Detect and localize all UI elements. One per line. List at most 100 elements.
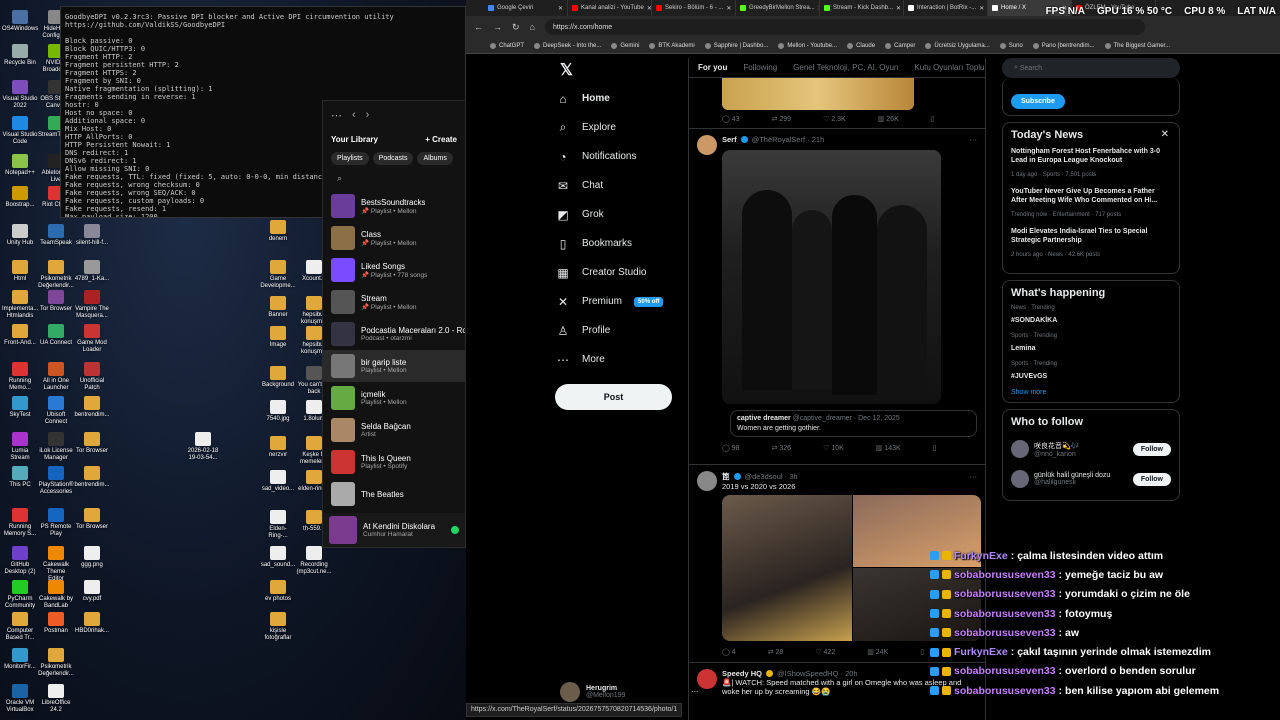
desktop-icon[interactable]: denem (260, 220, 296, 243)
desktop-icon[interactable]: bentrendim... (74, 466, 110, 489)
bookmark[interactable]: ChatGPT (490, 42, 524, 49)
create-button[interactable]: + Create (425, 135, 457, 144)
tweet-photo[interactable] (722, 495, 852, 641)
bookmark[interactable]: Ücretsiz Uygulama... (925, 42, 990, 49)
bookmark[interactable]: Pano (bentrendim... (1032, 42, 1095, 49)
retweet-button[interactable]: ⇄ 299 (772, 115, 792, 123)
bookmark[interactable]: Sapphire | Dashbo... (704, 42, 768, 49)
bookmark-icon[interactable]: ▯ (931, 115, 935, 123)
search-input[interactable]: ⌕ Search (1002, 58, 1180, 78)
tweet-author[interactable]: Serf (722, 135, 737, 144)
avatar[interactable] (697, 135, 717, 155)
retweet-button[interactable]: ⇄ 28 (768, 648, 784, 656)
news-item[interactable]: Modi Elevates India-Israel Ties to Speci… (1011, 227, 1171, 259)
library-item[interactable]: Selda Bağcan Artist (323, 414, 465, 446)
desktop-icon[interactable]: TeamSpeak (38, 224, 74, 247)
desktop-icon[interactable]: GitHub Desktop (2) (2, 546, 38, 576)
desktop-icon[interactable]: PlayStation® Accessories (38, 466, 74, 496)
browser-tab[interactable]: Kanal analizi - YouTube ✕ (568, 0, 652, 16)
desktop-icon[interactable]: Cakewalk by BandLab (38, 580, 74, 610)
desktop-icon[interactable]: Unofficial Patch (74, 362, 110, 392)
desktop-icon[interactable]: Tor Browser (74, 432, 110, 455)
like-button[interactable]: ♡ 2.3K (823, 115, 846, 123)
browser-tab[interactable]: Google Çeviri ✕ (484, 0, 568, 16)
nav-more[interactable]: ⋯ More (556, 345, 686, 374)
desktop-icon[interactable]: ggg.png (74, 546, 110, 569)
nav-notifications[interactable]: ◔ Notifications (556, 142, 686, 171)
nav-home[interactable]: ⌂ Home (556, 84, 686, 113)
bookmark[interactable]: Mellon - Youtube... (778, 42, 837, 49)
nav-bookmarks[interactable]: ▯ Bookmarks (556, 229, 686, 258)
filter-chip[interactable]: Albums (417, 152, 453, 165)
desktop-icon[interactable]: HBD0rihak... (74, 612, 110, 635)
news-item[interactable]: Nottingham Forest Host Fenerbahce with 3… (1011, 147, 1171, 179)
close-icon[interactable]: ✕ (979, 5, 984, 12)
tweet-author[interactable]: Speedy HQ (722, 669, 762, 678)
library-item[interactable]: Class 📌 Playlist • Mellon (323, 222, 465, 254)
home-icon[interactable]: ⌂ (530, 22, 535, 32)
browser-tab[interactable]: Interaction | BotRix -... ✕ (904, 0, 988, 16)
views-button[interactable]: ▥ 143K (876, 444, 901, 452)
desktop-icon[interactable]: 2026-02-18 19-03-54... (185, 432, 221, 462)
library-item[interactable]: BestsSoundtracks 📌 Playlist • Mellon (323, 190, 465, 222)
desktop-icon[interactable]: Recycle Bin (2, 44, 38, 67)
library-item[interactable]: Stream 📌 Playlist • Mellon (323, 286, 465, 318)
close-icon[interactable]: ✕ (558, 5, 563, 12)
library-item[interactable]: bir garip liste Playlist • Mellon (323, 350, 465, 382)
desktop-icon[interactable]: sad_video... (260, 470, 296, 493)
now-playing-title[interactable]: At Kendini Diskolara (363, 522, 435, 531)
feed-tab[interactable]: Genel Teknoloji, PC, AI, Oyun (793, 63, 898, 72)
desktop-icon[interactable]: Tor Browser (38, 290, 74, 313)
filter-chip[interactable]: Playlists (331, 152, 369, 165)
desktop-icon[interactable]: Banner (260, 296, 296, 319)
desktop-icon[interactable]: bentrendim... (74, 396, 110, 419)
desktop-icon[interactable]: Visual Studio Code (2, 116, 38, 146)
bookmark[interactable]: Suno (999, 42, 1023, 49)
close-icon[interactable]: ✕ (896, 5, 901, 12)
search-icon[interactable]: ⌕ (323, 167, 465, 190)
reply-button[interactable]: ◯ 98 (722, 444, 740, 452)
library-item[interactable]: Podcastia Maceraları 2.0 - Ro... Podcast … (323, 318, 465, 350)
nav-creator-studio[interactable]: ▦ Creator Studio (556, 258, 686, 287)
forward-icon[interactable]: › (366, 109, 370, 121)
desktop-icon[interactable]: Psikometrik Değerlendir... (38, 260, 74, 290)
desktop-icon[interactable]: 7540.jpg (260, 400, 296, 423)
bookmark[interactable]: Claude (847, 42, 875, 49)
now-playing-artist[interactable]: Cumhur Hamarat (363, 531, 435, 538)
desktop-icon[interactable]: Front-And... (2, 324, 38, 347)
desktop-icon[interactable]: nerzvır (260, 436, 296, 459)
desktop-icon[interactable]: Elden-Ring-... (260, 510, 296, 540)
tweet-photo[interactable] (722, 150, 941, 404)
bookmark[interactable]: BTK Akademi (649, 42, 695, 49)
filter-chip[interactable]: Podcasts (372, 152, 414, 165)
desktop-icon[interactable]: PyCharm Community (2, 580, 38, 610)
desktop-icon[interactable]: LibreOffice 24.2 (38, 684, 74, 714)
follow-button[interactable]: Follow (1132, 442, 1171, 456)
library-item[interactable]: Liked Songs 📌 Playlist • 778 songs (323, 254, 465, 286)
desktop-icon[interactable]: Game Developme... (260, 260, 296, 290)
news-item[interactable]: YouTuber Never Give Up Becomes a Father … (1011, 187, 1171, 219)
desktop-icon[interactable]: Html (2, 260, 38, 283)
library-item[interactable]: This Is Queen Playlist • Spotify (323, 446, 465, 478)
views-button[interactable]: ▥ 26K (878, 115, 899, 123)
nav-profile[interactable]: ♙ Profile (556, 316, 686, 345)
reply-button[interactable]: ◯ 4 (722, 648, 736, 656)
desktop-icon[interactable]: Unity Hub (2, 224, 38, 247)
desktop-icon[interactable]: This PC (2, 466, 38, 489)
browser-tab[interactable]: Sekiro - Bölüm - 6 - ... ✕ (652, 0, 736, 16)
follow-suggestion[interactable]: günlük halil güneşli dozu @halilgunesli Fo… (1011, 464, 1171, 494)
desktop-icon[interactable]: UA Connect (38, 324, 74, 347)
feed-tab[interactable]: Following (743, 63, 777, 72)
desktop-icon[interactable]: 4789_1-Ka... (74, 260, 110, 283)
desktop-icon[interactable]: Game Mod Loader (74, 324, 110, 354)
bookmark-icon[interactable]: ▯ (933, 444, 937, 452)
avatar[interactable] (697, 669, 717, 689)
close-icon[interactable]: ✕ (1161, 129, 1169, 140)
post-button[interactable]: Post (555, 384, 672, 410)
browser-tab[interactable]: Stream - Kick Dashb... ✕ (820, 0, 904, 16)
desktop-icon[interactable]: Boostrap... (2, 186, 38, 209)
like-button[interactable]: ♡ 422 (815, 648, 835, 656)
desktop-icon[interactable]: Ubisoft Connect (38, 396, 74, 426)
desktop-icon[interactable]: Cakewalk Theme Editor (38, 546, 74, 583)
x-logo-icon[interactable]: 𝕏 (560, 60, 573, 80)
